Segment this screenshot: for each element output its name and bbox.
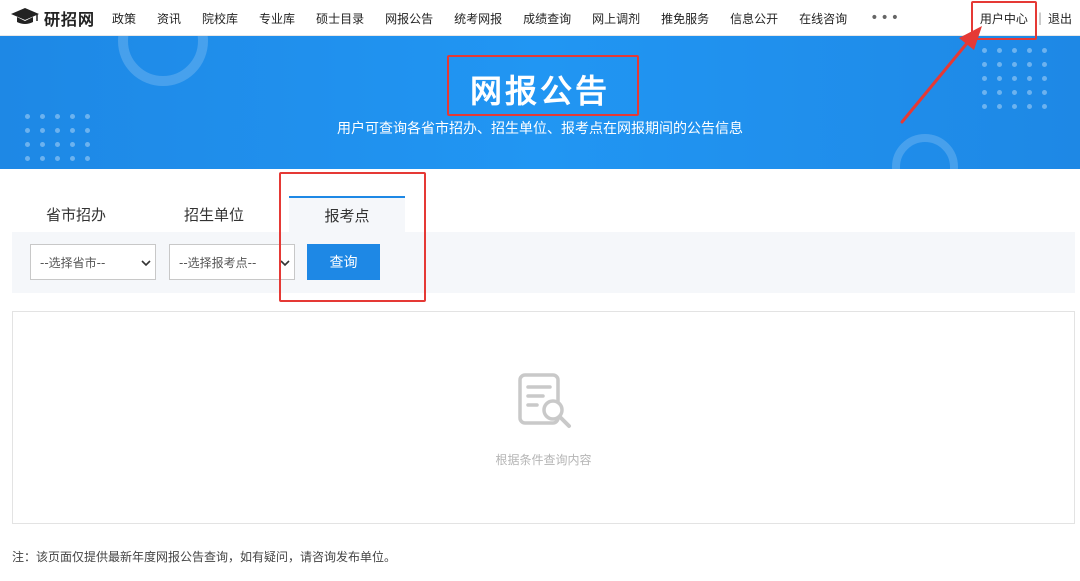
annotation-arrow [900, 26, 982, 124]
